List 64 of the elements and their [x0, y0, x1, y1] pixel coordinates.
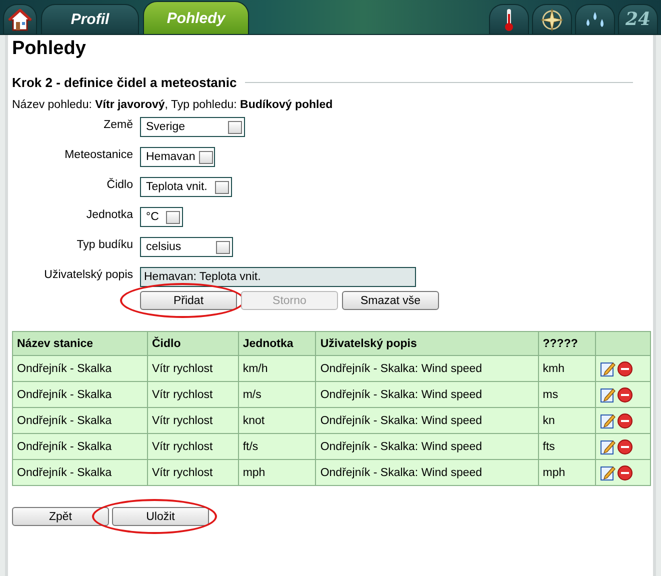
edit-icon[interactable] — [600, 360, 616, 376]
table-cell: Ondřejník - Skalka — [12, 382, 148, 408]
table-cell: mph — [538, 460, 596, 486]
column-header: Uživatelský popis — [316, 332, 538, 356]
table-cell: mph — [238, 460, 316, 486]
table-cell: Ondřejník - Skalka: Wind speed — [316, 434, 538, 460]
table-cell: Ondřejník - Skalka — [12, 356, 148, 382]
table-cell: Ondřejník - Skalka: Wind speed — [316, 356, 538, 382]
field-label: Uživatelský popis — [43, 268, 133, 281]
table-cell: fts — [538, 434, 596, 460]
table-cell: Vítr rychlost — [147, 408, 238, 434]
table-cell: Ondřejník - Skalka: Wind speed — [316, 382, 538, 408]
action-button[interactable]: Zpět — [12, 507, 109, 526]
nav-tab[interactable] — [3, 4, 37, 34]
delete-icon[interactable] — [617, 438, 634, 454]
field-label: Typ budíku — [76, 238, 133, 251]
thermometer-icon[interactable] — [503, 8, 515, 32]
table-cell: Vítr rychlost — [147, 356, 238, 382]
column-header: Název stanice — [12, 332, 148, 356]
table-cell: kmh — [538, 356, 596, 382]
dropdown[interactable]: Hemavan — [140, 147, 215, 167]
edit-icon[interactable] — [600, 438, 616, 454]
edit-icon[interactable] — [600, 412, 616, 428]
field-label: Meteostanice — [64, 148, 133, 161]
table-cell: km/h — [238, 356, 316, 382]
dropdown[interactable]: celsius — [140, 237, 233, 257]
table-cell: Vítr rychlost — [147, 460, 238, 486]
table-cell: Ondřejník - Skalka — [12, 434, 148, 460]
field-label: Čidlo — [106, 177, 133, 191]
page-title: Pohledy — [12, 37, 87, 61]
dropdown[interactable]: Sverige — [140, 117, 245, 137]
table-cell: kn — [538, 408, 596, 434]
compass-icon[interactable] — [540, 8, 564, 32]
table-cell: knot — [238, 408, 316, 434]
table-cell: Vítr rychlost — [147, 382, 238, 408]
edit-icon[interactable] — [600, 386, 616, 402]
table-cell: Ondřejník - Skalka — [12, 460, 148, 486]
delete-icon[interactable] — [617, 360, 634, 376]
column-header: Jednotka — [238, 332, 316, 356]
column-header: ????? — [538, 332, 596, 356]
view-info: Název pohledu: Vítr javorový, Typ pohledu: Budíkový pohled — [12, 99, 333, 111]
table-cell: ft/s — [238, 434, 316, 460]
action-button[interactable]: Uložit — [112, 507, 209, 526]
table-cell: Ondřejník - Skalka — [12, 408, 148, 434]
action-button[interactable]: Smazat vše — [342, 291, 439, 310]
table-cell: Ondřejník - Skalka: Wind speed — [316, 408, 538, 434]
dropdown[interactable]: Teplota vnit. — [140, 177, 232, 197]
edit-icon[interactable] — [600, 464, 616, 480]
column-header: Čidlo — [147, 332, 238, 356]
delete-icon[interactable] — [617, 412, 634, 428]
field-label: Země — [102, 118, 133, 131]
delete-icon[interactable] — [617, 386, 634, 402]
delete-icon[interactable] — [617, 464, 634, 480]
table-cell: ms — [538, 382, 596, 408]
table-cell: Vítr rychlost — [147, 434, 238, 460]
table-cell: m/s — [238, 382, 316, 408]
action-button[interactable]: Přidat — [140, 291, 237, 310]
home-icon — [8, 8, 32, 30]
dropdown[interactable]: °C — [140, 207, 183, 227]
field-label: Jednotka — [85, 208, 133, 221]
table-cell: Ondřejník - Skalka: Wind speed — [316, 460, 538, 486]
description-field[interactable]: Hemavan: Teplota vnit. — [140, 267, 416, 287]
step-heading: Krok 2 - definice čidel a meteostanic — [12, 75, 237, 90]
nav-tab[interactable]: Profil — [41, 4, 139, 34]
